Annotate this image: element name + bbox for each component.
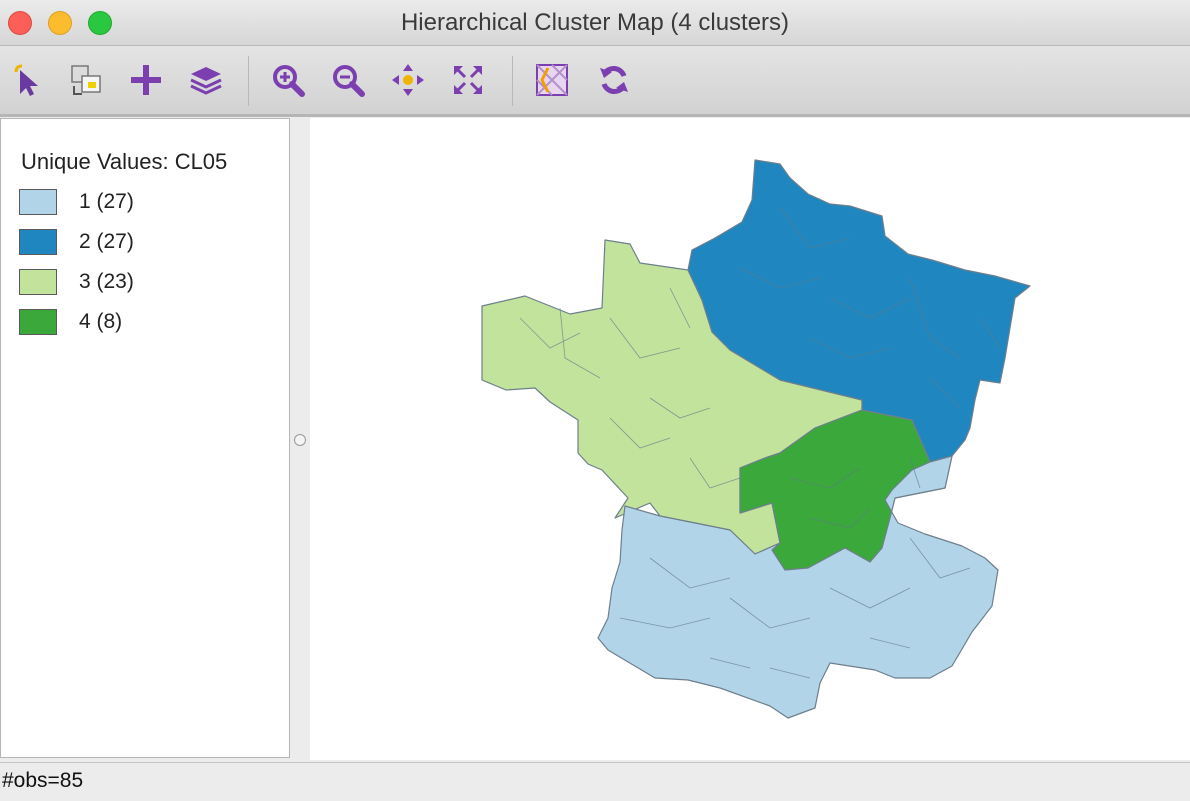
refresh-icon (600, 66, 628, 94)
pan-icon (392, 64, 424, 96)
basemap-button[interactable] (532, 60, 572, 100)
map-canvas[interactable] (310, 118, 1190, 760)
panel-splitter[interactable] (290, 118, 310, 758)
legend-item-cluster-4[interactable]: 4 (8) (19, 307, 122, 337)
zoom-out-button[interactable] (328, 60, 368, 100)
legend-label: 1 (27) (79, 190, 134, 213)
legend-swatch (19, 229, 57, 255)
toolbar-separator (248, 56, 249, 106)
legend-swatch (19, 189, 57, 215)
legend-label: 3 (23) (79, 270, 134, 293)
legend-panel: Unique Values: CL05 1 (27) 2 (27) 3 (23)… (0, 118, 290, 758)
layers-button[interactable] (186, 60, 226, 100)
basemap-icon (536, 64, 568, 96)
plus-icon (131, 65, 161, 95)
selection-shape-icon (71, 65, 101, 95)
legend-title: Unique Values: CL05 (21, 149, 228, 174)
legend-item-cluster-3[interactable]: 3 (23) (19, 267, 134, 297)
title-bar: Hierarchical Cluster Map (4 clusters) (0, 0, 1190, 46)
legend-item-cluster-2[interactable]: 2 (27) (19, 227, 134, 257)
add-button[interactable] (126, 60, 166, 100)
legend-item-cluster-1[interactable]: 1 (27) (19, 187, 134, 217)
refresh-button[interactable] (594, 60, 634, 100)
legend-label: 2 (27) (79, 230, 134, 253)
selection-shape-button[interactable] (66, 60, 106, 100)
layers-icon (190, 67, 222, 95)
pointer-icon (14, 64, 38, 96)
window-title: Hierarchical Cluster Map (4 clusters) (400, 9, 790, 36)
zoom-in-icon (273, 65, 305, 97)
legend-swatch (19, 309, 57, 335)
map-window: Hierarchical Cluster Map (4 clusters) Un… (0, 0, 1190, 801)
splitter-handle[interactable] (294, 434, 306, 446)
legend-swatch (19, 269, 57, 295)
cluster-map[interactable] (310, 118, 1190, 760)
status-bar: #obs=85 (0, 762, 1190, 801)
zoom-in-button[interactable] (268, 60, 308, 100)
toolbar (0, 46, 1190, 117)
legend-label: 4 (8) (79, 310, 123, 333)
pan-button[interactable] (388, 60, 428, 100)
toolbar-separator (512, 56, 513, 106)
zoom-out-icon (333, 65, 365, 97)
select-tool-button[interactable] (8, 60, 48, 100)
fit-extent-icon (454, 66, 482, 94)
observation-count: #obs=85 (2, 769, 84, 792)
fit-extent-button[interactable] (448, 60, 488, 100)
